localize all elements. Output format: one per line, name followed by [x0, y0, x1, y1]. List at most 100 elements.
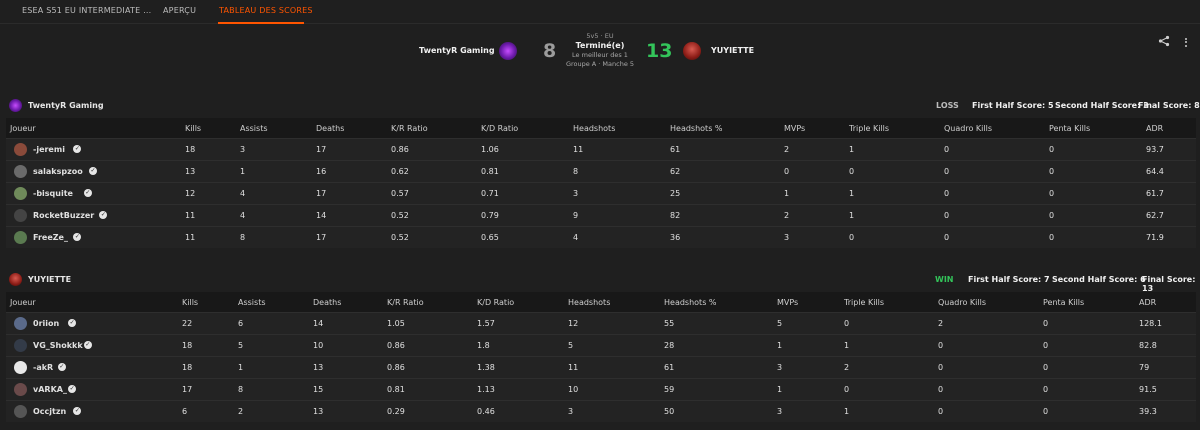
stat-cell: 0 — [944, 211, 950, 220]
team-a-name[interactable]: TwentyR Gaming — [419, 46, 495, 55]
table-row[interactable]: RocketBuzzer 11 4 14 0.52 0.79 9 82 2 1 0 0 62.7 ✓ — [6, 204, 1196, 226]
verified-icon: ✓ — [83, 341, 92, 349]
column-header[interactable]: Joueur — [10, 298, 36, 307]
table-row[interactable]: vARKA_ 17 8 15 0.81 1.13 10 59 1 0 0 0 91.5 ✓ — [6, 378, 1196, 400]
player-name[interactable]: RocketBuzzer — [33, 211, 94, 220]
stat-cell: 79 — [1139, 363, 1150, 372]
table-row[interactable]: -akR 18 1 13 0.86 1.38 11 61 3 2 0 0 79 ✓ — [6, 356, 1196, 378]
avatar[interactable] — [14, 165, 27, 178]
player-name[interactable]: Occjtzn — [33, 407, 66, 416]
stat-cell: 17 — [316, 189, 327, 198]
player-name[interactable]: -bisquite — [33, 189, 73, 198]
team-b-name[interactable]: YUYIETTE — [711, 46, 754, 55]
table-row[interactable]: FreeZe_ 11 8 17 0.52 0.65 4 36 3 0 0 0 71.9 ✓ — [6, 226, 1196, 248]
table-row[interactable]: 0riion 22 6 14 1.05 1.57 12 55 5 0 2 0 128.1 ✓ — [6, 312, 1196, 334]
stat-cell: 61 — [670, 145, 681, 154]
avatar[interactable] — [14, 143, 27, 156]
column-header[interactable]: ADR — [1139, 298, 1156, 307]
column-header[interactable]: Assists — [240, 124, 268, 133]
tab-competition[interactable]: ESEA S51 EU INTERMEDIATE ... — [22, 6, 151, 15]
column-header[interactable]: K/R Ratio — [387, 298, 424, 307]
stat-cell: 0 — [1049, 145, 1055, 154]
table-row[interactable]: salakspzoo 13 1 16 0.62 0.81 8 62 0 0 0 0 64.4 ✓ — [6, 160, 1196, 182]
column-header[interactable]: Headshots — [568, 298, 610, 307]
team-a-logo[interactable] — [499, 42, 517, 60]
stat-cell: 93.7 — [1146, 145, 1164, 154]
column-header[interactable]: K/R Ratio — [391, 124, 428, 133]
stat-cell: 10 — [313, 341, 324, 350]
stat-cell: 0 — [849, 233, 855, 242]
first-half-score: First Half Score: 7 — [968, 275, 1050, 284]
verified-icon: ✓ — [89, 167, 97, 175]
stat-cell: 17 — [182, 385, 193, 394]
stat-cell: 11 — [568, 363, 579, 372]
avatar[interactable] — [14, 317, 27, 330]
avatar[interactable] — [14, 231, 27, 244]
table-row[interactable]: VG_Shokkk 18 5 10 0.86 1.8 5 28 1 1 0 0 82.8 ✓ — [6, 334, 1196, 356]
column-header[interactable]: Penta Kills — [1049, 124, 1090, 133]
verified-icon: ✓ — [83, 189, 92, 197]
team-name[interactable]: YUYIETTE — [28, 275, 71, 284]
stat-cell: 0 — [844, 385, 850, 394]
team-b-logo[interactable] — [683, 42, 701, 60]
column-header[interactable]: Assists — [238, 298, 266, 307]
column-header[interactable]: Headshots % — [670, 124, 723, 133]
table-header-row: Joueur Kills Assists Deaths K/R Ratio K/D Rat… — [6, 292, 1196, 312]
more-options-icon[interactable] — [1184, 36, 1188, 48]
stat-cell: 91.5 — [1139, 385, 1157, 394]
column-header[interactable]: Headshots — [573, 124, 615, 133]
stat-cell: 2 — [844, 363, 850, 372]
column-header[interactable]: K/D Ratio — [477, 298, 514, 307]
first-half-score: First Half Score: 5 — [972, 101, 1054, 110]
avatar[interactable] — [14, 209, 27, 222]
column-header[interactable]: ADR — [1146, 124, 1163, 133]
player-name[interactable]: 0riion — [33, 319, 59, 328]
player-name[interactable]: VG_Shokkk — [33, 341, 83, 350]
avatar[interactable] — [14, 405, 27, 418]
column-header[interactable]: Deaths — [313, 298, 341, 307]
share-icon[interactable] — [1158, 35, 1170, 47]
stat-cell: 0 — [1043, 385, 1049, 394]
player-name[interactable]: vARKA_ — [33, 385, 67, 394]
table-row[interactable]: -jeremi 18 3 17 0.86 1.06 11 61 2 1 0 0 93.7 ✓ — [6, 138, 1196, 160]
avatar[interactable] — [14, 339, 27, 352]
team-logo[interactable] — [9, 99, 22, 112]
avatar[interactable] — [14, 361, 27, 374]
table-header-row: Joueur Kills Assists Deaths K/R Ratio K/D Rat… — [6, 118, 1196, 138]
column-header[interactable]: K/D Ratio — [481, 124, 518, 133]
column-header[interactable]: Deaths — [316, 124, 344, 133]
team-logo[interactable] — [9, 273, 22, 286]
final-score: Final Score: 8 — [1138, 101, 1200, 110]
column-header[interactable]: Headshots % — [664, 298, 717, 307]
player-name[interactable]: FreeZe_ — [33, 233, 68, 242]
column-header[interactable]: Penta Kills — [1043, 298, 1084, 307]
verified-icon: ✓ — [68, 319, 77, 327]
player-name[interactable]: -akR — [33, 363, 53, 372]
table-row[interactable]: Occjtzn 6 2 13 0.29 0.46 3 50 3 1 0 0 39.3 ✓ — [6, 400, 1196, 422]
scoreboard-table: Joueur Kills Assists Deaths K/R Ratio K/D Rat… — [6, 118, 1196, 248]
column-header[interactable]: MVPs — [777, 298, 798, 307]
avatar[interactable] — [14, 383, 27, 396]
column-header[interactable]: Joueur — [10, 124, 36, 133]
tab-scoreboard[interactable]: TABLEAU DES SCORES — [219, 6, 313, 15]
column-header[interactable]: Triple Kills — [849, 124, 889, 133]
player-name[interactable]: salakspzoo — [33, 167, 83, 176]
team-name[interactable]: TwentyR Gaming — [28, 101, 104, 110]
column-header[interactable]: Triple Kills — [844, 298, 884, 307]
column-header[interactable]: Quadro Kills — [938, 298, 986, 307]
column-header[interactable]: Kills — [182, 298, 198, 307]
column-header[interactable]: MVPs — [784, 124, 805, 133]
stat-cell: 1 — [777, 385, 783, 394]
team-b-score: 13 — [646, 40, 673, 62]
table-row[interactable]: -bisquite 12 4 17 0.57 0.71 3 25 1 1 0 0 61.7 ✓ — [6, 182, 1196, 204]
match-result-badge: LOSS — [936, 101, 959, 110]
avatar[interactable] — [14, 187, 27, 200]
stat-cell: 0 — [938, 341, 944, 350]
tab-overview[interactable]: APERÇU — [163, 6, 196, 15]
stat-cell: 0 — [944, 233, 950, 242]
stat-cell: 0.81 — [481, 167, 499, 176]
column-header[interactable]: Kills — [185, 124, 201, 133]
top-nav: ESEA S51 EU INTERMEDIATE ... APERÇU TABL… — [0, 0, 1200, 24]
player-name[interactable]: -jeremi — [33, 145, 65, 154]
column-header[interactable]: Quadro Kills — [944, 124, 992, 133]
